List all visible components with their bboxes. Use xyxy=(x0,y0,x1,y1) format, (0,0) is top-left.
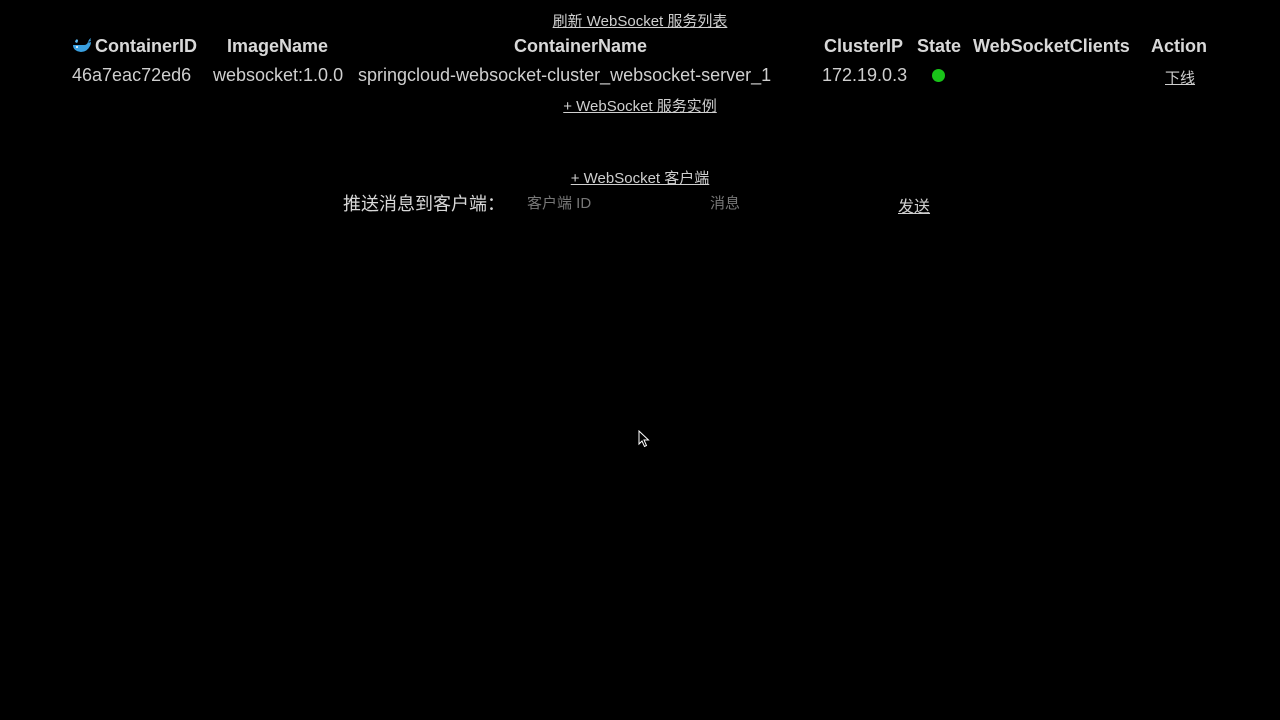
add-websocket-client-link[interactable]: + WebSocket 客户端 xyxy=(571,170,710,187)
client-id-input[interactable] xyxy=(527,192,697,214)
cell-action: 下线 xyxy=(1165,67,1195,88)
refresh-service-list-link[interactable]: 刷新 WebSocket 服务列表 xyxy=(553,13,728,30)
offline-button[interactable]: 下线 xyxy=(1165,70,1195,87)
header-cluster-ip: ClusterIP xyxy=(824,36,904,56)
mouse-pointer-icon xyxy=(638,430,650,448)
header-image-name: ImageName xyxy=(227,36,329,56)
add-websocket-service-link[interactable]: + WebSocket 服务实例 xyxy=(563,98,717,115)
push-message-label: 推送消息到客户端： xyxy=(343,194,505,214)
docker-whale-icon xyxy=(73,38,91,52)
cell-image-name: websocket:1.0.0 xyxy=(213,65,344,85)
message-input[interactable] xyxy=(710,192,880,214)
add-client-container: + WebSocket 客户端 xyxy=(0,167,1280,188)
refresh-service-list-container: 刷新 WebSocket 服务列表 xyxy=(0,10,1280,31)
header-container-name: ContainerName xyxy=(514,36,648,56)
header-state: State xyxy=(917,36,962,56)
cell-container-name: springcloud-websocket-cluster_websocket-… xyxy=(358,65,772,85)
add-service-container: + WebSocket 服务实例 xyxy=(0,95,1280,116)
send-button[interactable]: 发送 xyxy=(898,193,930,217)
cell-container-id: 46a7eac72ed6 xyxy=(72,65,192,85)
cell-cluster-ip: 172.19.0.3 xyxy=(822,65,908,85)
header-container-id-label: ContainerID xyxy=(95,36,198,56)
state-status-dot xyxy=(932,69,945,82)
header-container-id: ContainerID xyxy=(72,36,197,57)
header-action: Action xyxy=(1151,36,1207,56)
header-websocket-clients: WebSocketClients xyxy=(973,36,1130,56)
